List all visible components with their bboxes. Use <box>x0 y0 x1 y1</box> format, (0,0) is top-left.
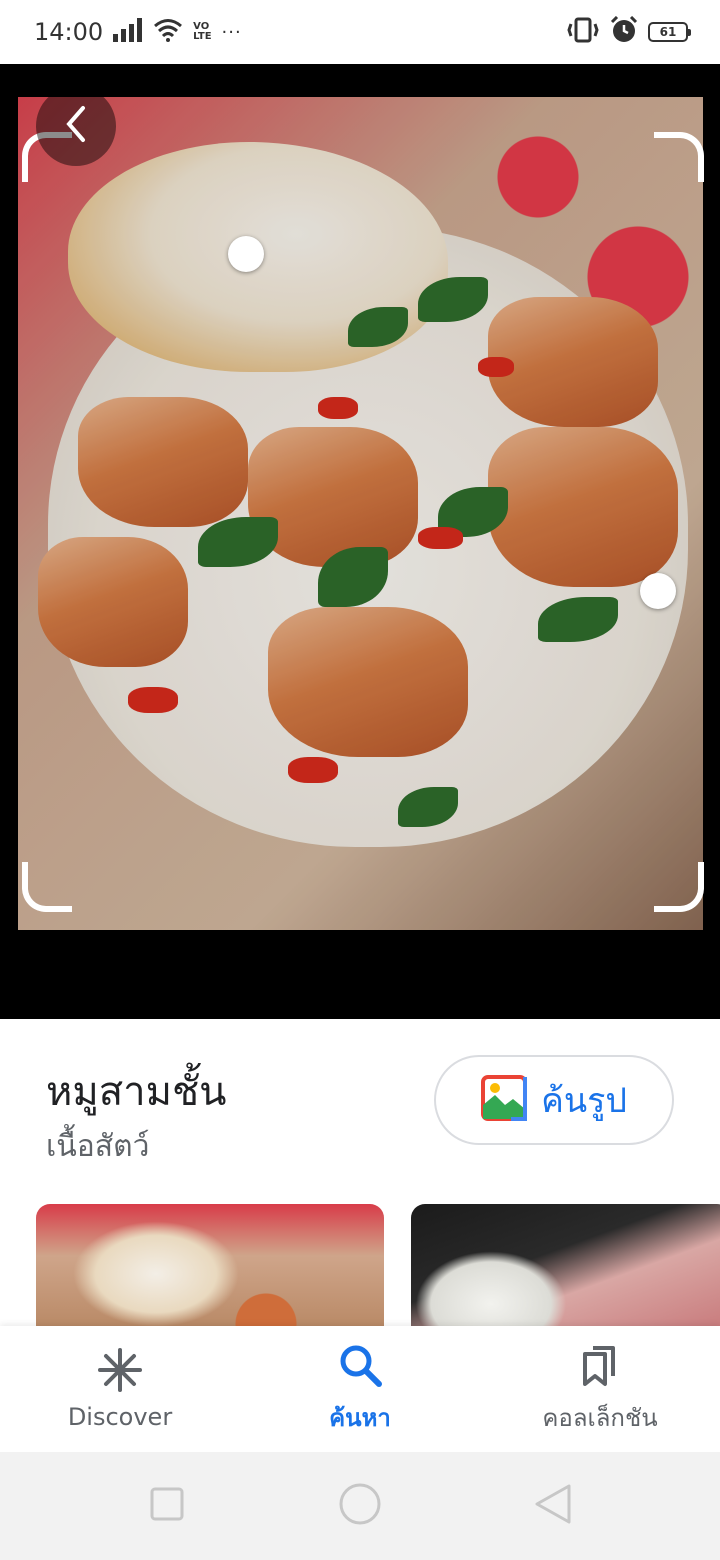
bottom-nav: Discover ค้นหา คอลเล็กชัน <box>0 1326 720 1452</box>
result-thumbnail[interactable] <box>36 1204 384 1334</box>
system-nav-bar <box>0 1452 720 1560</box>
vibrate-icon <box>566 17 600 47</box>
recents-button[interactable] <box>137 1476 197 1536</box>
alarm-icon <box>610 15 638 48</box>
result-thumbnail[interactable] <box>411 1204 720 1334</box>
battery-indicator: 61 <box>648 22 691 42</box>
nav-item-search[interactable]: ค้นหา <box>240 1326 480 1452</box>
square-icon <box>149 1486 185 1526</box>
more-notifications-icon: ··· <box>221 21 242 43</box>
wifi-icon <box>153 18 183 46</box>
status-left: 14:00 VO LTE ··· <box>34 18 242 46</box>
back-nav-button[interactable] <box>523 1476 583 1536</box>
search-image-button[interactable]: ค้นรูป <box>434 1055 674 1145</box>
asterisk-icon <box>97 1347 143 1397</box>
search-icon <box>337 1342 383 1392</box>
circle-icon <box>338 1482 382 1530</box>
back-button[interactable] <box>36 86 116 166</box>
volte-indicator: VO LTE <box>193 22 211 42</box>
status-bar: 14:00 VO LTE ··· 61 <box>0 0 720 64</box>
nav-label-collections: คอลเล็กชัน <box>542 1403 658 1432</box>
signal-icon <box>113 18 143 46</box>
nav-item-collections[interactable]: คอลเล็กชัน <box>480 1326 720 1452</box>
chevron-left-icon <box>61 104 91 148</box>
result-category: เนื้อสัตว์ <box>46 1129 150 1164</box>
status-right: 61 <box>566 15 691 48</box>
crop-frame[interactable] <box>22 132 704 912</box>
nav-label-discover: Discover <box>67 1403 173 1431</box>
result-title: หมูสามชั้น <box>46 1069 227 1115</box>
screen: 14:00 VO LTE ··· 61 หมูสามชั้น เนื้อสัตว… <box>0 0 720 1560</box>
bookmarks-icon <box>577 1342 623 1392</box>
image-search-icon <box>481 1075 528 1125</box>
home-button[interactable] <box>330 1476 390 1536</box>
result-info: หมูสามชั้น เนื้อสัตว์ ค้นรูป <box>0 1019 720 1199</box>
object-marker-dot[interactable] <box>640 573 676 609</box>
volte-bottom: LTE <box>193 31 212 42</box>
crop-handle-bottom-right[interactable] <box>654 862 704 912</box>
status-time: 14:00 <box>34 18 104 46</box>
image-viewer <box>0 64 720 1019</box>
triangle-back-icon <box>533 1482 573 1530</box>
crop-handle-top-right[interactable] <box>654 132 704 182</box>
search-image-label: ค้นรูป <box>541 1081 627 1121</box>
nav-label-search: ค้นหา <box>329 1403 391 1432</box>
crop-handle-bottom-left[interactable] <box>22 862 72 912</box>
nav-item-discover[interactable]: Discover <box>0 1326 240 1452</box>
object-marker-dot[interactable] <box>228 236 264 272</box>
